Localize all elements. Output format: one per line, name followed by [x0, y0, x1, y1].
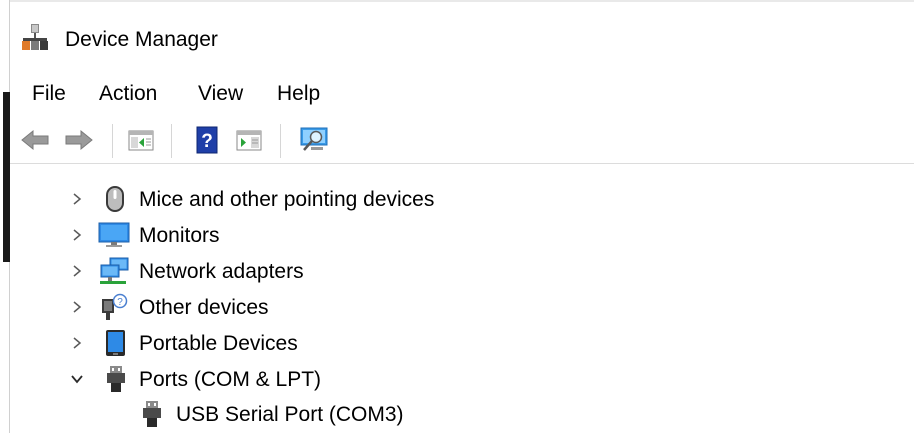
chevron-right-icon[interactable] — [68, 188, 86, 210]
show-action-pane-button[interactable] — [232, 122, 266, 158]
show-action-pane-icon — [236, 130, 262, 151]
scan-hardware-changes-icon — [300, 127, 328, 151]
svg-text:?: ? — [117, 297, 123, 308]
monitor-icon — [98, 222, 130, 247]
forward-arrow-icon — [65, 129, 93, 151]
tree-item-monitors[interactable]: Monitors — [10, 217, 914, 253]
back-arrow-icon — [21, 129, 49, 151]
other-devices-icon: ? — [102, 293, 128, 320]
mouse-icon — [106, 186, 124, 212]
menu-action[interactable]: Action — [99, 80, 157, 108]
show-hide-console-tree-button[interactable] — [124, 122, 158, 158]
tree-item-ports[interactable]: Ports (COM & LPT) — [10, 361, 914, 397]
chevron-right-icon[interactable] — [68, 296, 86, 318]
tree-item-other-devices[interactable]: ? Other devices — [10, 289, 914, 325]
chevron-down-icon[interactable] — [68, 368, 86, 390]
forward-button[interactable] — [62, 122, 96, 158]
window-title: Device Manager — [65, 28, 218, 51]
network-adapter-icon — [100, 257, 129, 284]
help-button[interactable]: ? — [190, 122, 224, 158]
menu-file[interactable]: File — [32, 80, 66, 108]
scan-hardware-changes-button[interactable] — [298, 122, 332, 158]
tree-item-label: Other devices — [139, 296, 269, 319]
portable-device-icon — [106, 330, 125, 356]
back-button[interactable] — [18, 122, 52, 158]
background-window-edge — [3, 92, 10, 262]
device-tree[interactable]: Mice and other pointing devices Monitors… — [10, 164, 914, 433]
tree-item-label: USB Serial Port (COM3) — [176, 403, 404, 426]
help-icon: ? — [196, 126, 218, 154]
toolbar-separator — [112, 124, 113, 158]
chevron-right-icon[interactable] — [68, 332, 86, 354]
tree-item-mice[interactable]: Mice and other pointing devices — [10, 181, 914, 217]
svg-text:?: ? — [201, 131, 213, 152]
port-icon — [143, 401, 161, 427]
tree-item-portable-devices[interactable]: Portable Devices — [10, 325, 914, 361]
show-hide-console-tree-icon — [128, 130, 154, 151]
tree-item-usb-serial-port[interactable]: USB Serial Port (COM3) — [10, 396, 914, 432]
menu-view[interactable]: View — [198, 80, 243, 108]
toolbar-separator — [171, 124, 172, 158]
device-manager-icon — [22, 24, 48, 50]
port-icon — [107, 366, 125, 392]
tree-item-label: Monitors — [139, 224, 220, 247]
tree-item-label: Mice and other pointing devices — [139, 188, 435, 211]
menu-help[interactable]: Help — [277, 80, 320, 108]
toolbar-separator — [280, 124, 281, 158]
chevron-right-icon[interactable] — [68, 260, 86, 282]
tree-item-label: Network adapters — [139, 260, 304, 283]
tree-item-label: Ports (COM & LPT) — [139, 368, 322, 391]
chevron-right-icon[interactable] — [68, 224, 86, 246]
tree-item-network-adapters[interactable]: Network adapters — [10, 253, 914, 289]
tree-item-label: Portable Devices — [139, 332, 298, 355]
